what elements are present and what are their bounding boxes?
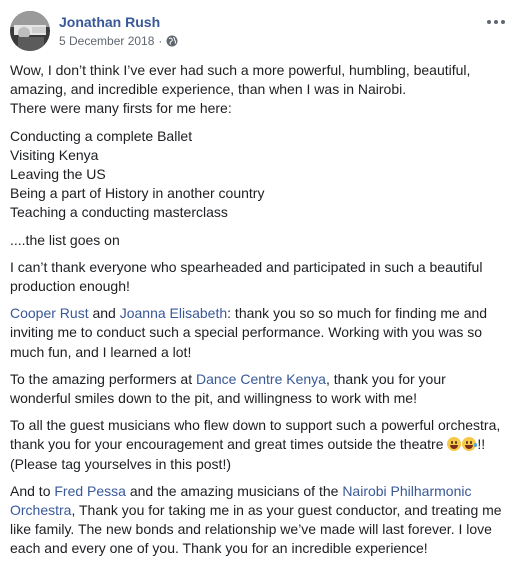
more-options-icon[interactable] — [484, 13, 508, 31]
list-item: Leaving the US — [10, 166, 106, 183]
guests-text-before: To all the guest musicians who flew down… — [10, 417, 501, 453]
fred-pessa-link[interactable]: Fred Pessa — [54, 483, 126, 499]
post-header: Jonathan Rush 5 December 2018 · — [10, 11, 506, 51]
intro-paragraph: Wow, I don’t think I’ve ever had such a … — [10, 61, 506, 119]
list-goes-on-text: ....the list goes on — [10, 231, 120, 248]
fred-text-before: And to — [10, 482, 55, 499]
cooper-paragraph: Cooper Rust and Joanna Elisabeth: thank … — [10, 304, 506, 362]
fred-text-middle: and the amazing musicians of the — [125, 482, 343, 499]
globe-icon[interactable] — [166, 35, 178, 47]
author-avatar[interactable] — [10, 11, 50, 51]
fred-text-after: , Thank you for taking me in as your gue… — [10, 502, 502, 557]
list-item: Teaching a conducting masterclass — [10, 204, 228, 221]
intro-text: Wow, I don’t think I’ve ever had such a … — [10, 62, 471, 98]
thanks-paragraph: I can’t thank everyone who spearheaded a… — [10, 258, 483, 295]
facebook-post: Jonathan Rush 5 December 2018 · Wow, I d… — [0, 0, 516, 556]
and-text: and — [88, 305, 120, 322]
fred-paragraph: And to Fred Pessa and the amazing musici… — [10, 482, 506, 559]
post-date-link[interactable]: 5 December 2018 — [59, 34, 154, 48]
dance-paragraph: To the amazing performers at Dance Centr… — [10, 370, 506, 408]
guests-paragraph: To all the guest musicians who flew down… — [10, 416, 506, 474]
dance-centre-kenya-link[interactable]: Dance Centre Kenya — [196, 371, 326, 387]
post-body: Wow, I don’t think I’ve ever had such a … — [10, 61, 506, 567]
meta-separator: · — [158, 34, 163, 48]
post-meta: 5 December 2018 · — [59, 34, 178, 48]
list-item: Visiting Kenya — [10, 146, 99, 163]
author-name-link[interactable]: Jonathan Rush — [59, 14, 160, 30]
list-item: Conducting a complete Ballet — [10, 127, 193, 144]
list-item: Being a part of History in another count… — [10, 185, 265, 202]
dance-text-before: To the amazing performers at — [10, 370, 196, 387]
tears-of-joy-icon — [462, 437, 478, 452]
firsts-list: Conducting a complete Ballet Visiting Ke… — [10, 127, 506, 223]
avatar-image — [10, 11, 50, 51]
firsts-intro-text: There were many firsts for me here: — [10, 100, 232, 117]
cooper-rust-link[interactable]: Cooper Rust — [10, 305, 89, 321]
joanna-elisabeth-link[interactable]: Joanna Elisabeth — [120, 305, 227, 321]
grinning-face-icon — [447, 437, 462, 452]
